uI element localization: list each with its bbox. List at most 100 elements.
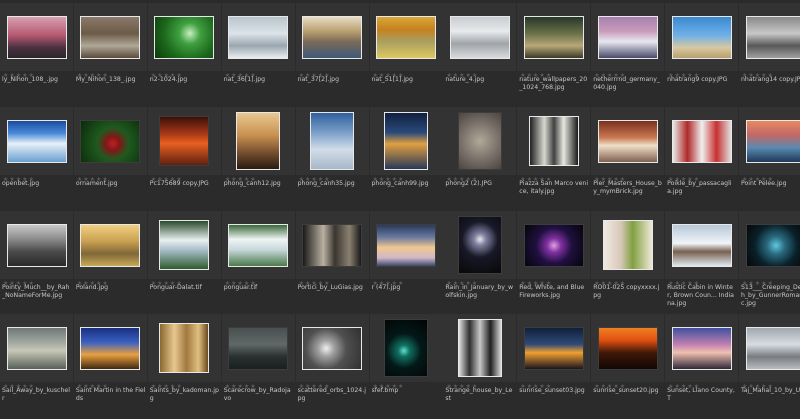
thumbnail-item[interactable]: ★★★★★Poland.jpg — [74, 211, 147, 316]
thumbnail-image[interactable] — [7, 327, 67, 370]
thumbnail-item[interactable]: ★★★★★sfef.bmp — [370, 314, 443, 419]
thumbnail-item[interactable]: ★★★★★Sunset, Llano County, T — [665, 314, 738, 419]
thumbnail-image[interactable] — [746, 327, 800, 370]
thumbnail-image[interactable] — [159, 116, 209, 166]
thumbnail-frame[interactable] — [222, 314, 295, 382]
thumbnail-item[interactable]: ★★★★★Sail_Away_by_kuschelr — [0, 314, 73, 419]
thumbnail-image[interactable] — [228, 16, 288, 59]
thumbnail-frame[interactable] — [74, 3, 147, 71]
thumbnail-item[interactable]: ★★★★★phong_canh99.jpg — [370, 107, 443, 212]
thumbnail-item[interactable]: ★★★★★Rain_in_January_by_wolfskin.jpg — [443, 211, 516, 316]
thumbnail-item[interactable]: ★★★★★Ponguar-Dalat.tif — [148, 211, 221, 316]
thumbnail-frame[interactable] — [0, 314, 73, 382]
thumbnail-image[interactable] — [746, 224, 800, 267]
thumbnail-item[interactable]: ★★★★★S13___Creeping_Death_by_GunnerRoman… — [739, 211, 800, 316]
thumbnail-frame[interactable] — [74, 107, 147, 175]
thumbnail-image[interactable] — [746, 120, 800, 163]
thumbnail-frame[interactable] — [222, 3, 295, 71]
thumbnail-item[interactable]: ★★★★★openbet.jpg — [0, 107, 73, 212]
thumbnail-item[interactable]: ★★★★★n2-1024.jpg — [148, 3, 221, 108]
thumbnail-frame[interactable] — [370, 314, 443, 382]
thumbnail-frame[interactable] — [443, 314, 516, 382]
thumbnail-image[interactable] — [376, 224, 436, 267]
thumbnail-image[interactable] — [672, 224, 732, 267]
thumbnail-image[interactable] — [302, 224, 362, 267]
thumbnail-image[interactable] — [7, 16, 67, 59]
thumbnail-item[interactable]: ★★★★★nature_wallpapers_20_1024_768.jpg — [517, 3, 590, 108]
thumbnail-item[interactable]: ★★★★★Poikle_by_passacaglia.jpg — [665, 107, 738, 212]
thumbnail-item[interactable]: ★★★★★RO01-025 copyxxxx.jpg — [591, 211, 664, 316]
thumbnail-frame[interactable] — [222, 107, 295, 175]
thumbnail-image[interactable] — [228, 224, 288, 267]
thumbnail-image[interactable] — [746, 16, 800, 59]
thumbnail-item[interactable]: ★★★★★Rustic Cabin in Winter, Brown Coun.… — [665, 211, 738, 316]
thumbnail-frame[interactable] — [517, 211, 590, 279]
thumbnail-item[interactable]: ★★★★★Saints_by_kadoman.jpg — [148, 314, 221, 419]
thumbnail-image[interactable] — [458, 319, 502, 377]
thumbnail-frame[interactable] — [0, 211, 73, 279]
thumbnail-item[interactable]: ★★★★★phong2 (2).JPG — [443, 107, 516, 212]
thumbnail-image[interactable] — [598, 327, 658, 370]
thumbnail-item[interactable]: ★★★★★sunrise_sunset03.jpg — [517, 314, 590, 419]
thumbnail-frame[interactable] — [517, 3, 590, 71]
thumbnail-frame[interactable] — [665, 211, 738, 279]
thumbnail-image[interactable] — [603, 220, 653, 270]
thumbnail-frame[interactable] — [739, 211, 800, 279]
thumbnail-frame[interactable] — [296, 314, 369, 382]
thumbnail-item[interactable]: ★★★★★sunrise_sunset20.jpg — [591, 314, 664, 419]
thumbnail-frame[interactable] — [148, 211, 221, 279]
thumbnail-item[interactable]: ★★★★★My_Nihon_138_.jpg — [74, 3, 147, 108]
thumbnail-item[interactable]: ★★★★★nature_4.jpg — [443, 3, 516, 108]
thumbnail-item[interactable]: ★★★★★ornament.jpg — [74, 107, 147, 212]
thumbnail-image[interactable] — [236, 112, 280, 170]
thumbnail-frame[interactable] — [370, 211, 443, 279]
thumbnail-frame[interactable] — [74, 314, 147, 382]
thumbnail-frame[interactable] — [296, 3, 369, 71]
thumbnail-image[interactable] — [384, 112, 428, 170]
thumbnail-item[interactable]: ★★★★★nhatrang9 copy.JPG — [665, 3, 738, 108]
thumbnail-item[interactable]: ★★★★★scattered_orbs_1024.jpg — [296, 314, 369, 419]
thumbnail-item[interactable]: ★★★★★nhatrang14 copy.JPG — [739, 3, 800, 108]
thumbnail-image[interactable] — [310, 112, 354, 170]
thumbnail-image[interactable] — [598, 120, 658, 163]
thumbnail-image[interactable] — [302, 16, 362, 59]
thumbnail-item[interactable]: ★★★★★Strange_house_by_Lest — [443, 314, 516, 419]
thumbnail-frame[interactable] — [74, 211, 147, 279]
thumbnail-item[interactable]: ★★★★★Saint Martin in the Fields — [74, 314, 147, 419]
thumbnail-image[interactable] — [529, 116, 579, 166]
thumbnail-frame[interactable] — [148, 3, 221, 71]
thumbnail-item[interactable]: ★★★★★Piazza San Marco venice, italy.jpg — [517, 107, 590, 212]
thumbnail-item[interactable]: ★★★★★Pc175689 copy.JPG — [148, 107, 221, 212]
thumbnail-frame[interactable] — [443, 3, 516, 71]
thumbnail-item[interactable]: ★★★★★nat_36[1].jpg — [222, 3, 295, 108]
thumbnail-frame[interactable] — [665, 314, 738, 382]
thumbnail-item[interactable]: ★★★★★Taj_Mahal_10_by_UG3 — [739, 314, 800, 419]
thumbnail-image[interactable] — [7, 120, 67, 163]
thumbnail-image[interactable] — [7, 224, 67, 267]
thumbnail-item[interactable]: ★★★★★Pointy_Much__by_Rah_NoNameForMe.jpg — [0, 211, 73, 316]
thumbnail-item[interactable]: ★★★★★phong_canh12.jpg — [222, 107, 295, 212]
thumbnail-item[interactable]: ★★★★★nat_37[2].jpg — [296, 3, 369, 108]
thumbnail-frame[interactable] — [665, 3, 738, 71]
thumbnail-frame[interactable] — [222, 211, 295, 279]
thumbnail-frame[interactable] — [517, 314, 590, 382]
thumbnail-image[interactable] — [80, 224, 140, 267]
thumbnail-image[interactable] — [524, 327, 584, 370]
thumbnail-image[interactable] — [672, 16, 732, 59]
thumbnail-image[interactable] — [228, 327, 288, 370]
thumbnail-frame[interactable] — [517, 107, 590, 175]
thumbnail-item[interactable]: ★★★★★Red, White, and Blue Fireworks.jpg — [517, 211, 590, 316]
thumbnail-image[interactable] — [672, 327, 732, 370]
thumbnail-image[interactable] — [458, 112, 502, 170]
thumbnail-image[interactable] — [159, 220, 209, 270]
thumbnail-image[interactable] — [80, 16, 140, 59]
thumbnail-frame[interactable] — [0, 3, 73, 71]
thumbnail-frame[interactable] — [148, 107, 221, 175]
thumbnail-item[interactable]: ★★★★★Point Pelee.jpg — [739, 107, 800, 212]
thumbnail-image[interactable] — [524, 224, 584, 267]
thumbnail-frame[interactable] — [296, 211, 369, 279]
thumbnail-image[interactable] — [376, 16, 436, 59]
thumbnail-image[interactable] — [450, 16, 510, 59]
thumbnail-image[interactable] — [159, 323, 209, 373]
thumbnail-item[interactable]: ★★★★★netherrrnd_germany_040.jpg — [591, 3, 664, 108]
